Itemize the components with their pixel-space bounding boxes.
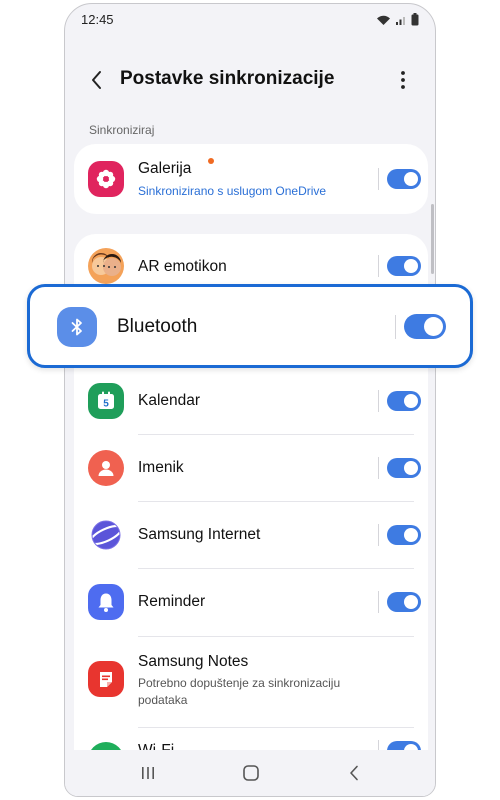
notes-icon [88, 661, 124, 697]
back-icon[interactable] [83, 66, 111, 94]
row-separator [395, 315, 396, 339]
app-bar: Postavke sinkronizacije [65, 56, 435, 104]
gallery-subtitle: Sinkronizirano s uslugom OneDrive [138, 184, 327, 198]
list-item-reminder[interactable]: Reminder [74, 569, 428, 635]
battery-icon [411, 13, 419, 26]
reminder-icon [88, 584, 124, 620]
toggle-knob [404, 259, 418, 273]
nav-back-icon[interactable] [341, 760, 367, 786]
bluetooth-highlight-callout[interactable]: Bluetooth [27, 284, 473, 368]
calendar-title: Kalendar [138, 392, 201, 409]
page-title: Postavke sinkronizacije [120, 68, 335, 89]
list-item-samsung-internet[interactable]: Samsung Internet [74, 502, 428, 568]
bluetooth-toggle[interactable] [404, 314, 446, 339]
list-item-gallery[interactable]: Galerija Sinkronizirano s uslugom OneDri… [74, 146, 428, 212]
contacts-title: Imenik [138, 459, 184, 476]
more-options-icon[interactable] [389, 66, 417, 94]
samsung-notes-title: Samsung Notes [138, 653, 249, 670]
section-label: Sinkroniziraj [89, 123, 155, 137]
ar-emoji-icon [88, 248, 124, 284]
status-bar: 12:45 [65, 4, 435, 36]
scrollbar-thumb[interactable] [431, 204, 434, 274]
gallery-toggle[interactable] [387, 169, 421, 189]
samsung-notes-subtitle: Potrebno dopuštenje za sinkronizaciju po… [138, 676, 341, 707]
ar-emoji-toggle[interactable] [387, 256, 421, 276]
calendar-icon: 5 [88, 383, 124, 419]
toggle-knob [404, 172, 418, 186]
reminder-title: Reminder [138, 593, 206, 610]
contacts-icon [88, 450, 124, 486]
bluetooth-title: Bluetooth [117, 316, 198, 337]
gallery-icon [88, 161, 124, 197]
gallery-title: Galerija [138, 160, 192, 177]
reminder-toggle[interactable] [387, 592, 421, 612]
contacts-toggle[interactable] [387, 458, 421, 478]
toggle-knob [424, 317, 443, 336]
phone-frame: 12:45 Postavke sinkronizacije Sinkronizi… [64, 3, 436, 797]
row-separator [378, 255, 379, 277]
row-separator [378, 390, 379, 412]
toggle-knob [404, 528, 418, 542]
svg-text:5: 5 [103, 399, 109, 410]
samsung-internet-title: Samsung Internet [138, 526, 261, 543]
calendar-toggle[interactable] [387, 391, 421, 411]
navigation-bar [65, 750, 435, 796]
recent-apps-icon[interactable] [135, 760, 161, 786]
status-icons [376, 13, 419, 26]
internet-icon [88, 517, 124, 553]
row-separator [378, 524, 379, 546]
toggle-knob [404, 595, 418, 609]
toggle-knob [404, 394, 418, 408]
signal-icon [396, 16, 405, 25]
list-item-contacts[interactable]: Imenik [74, 435, 428, 501]
list-item-samsung-notes[interactable]: Samsung Notes Potrebno dopuštenje za sin… [74, 637, 428, 727]
gallery-card: Galerija Sinkronizirano s uslugom OneDri… [74, 144, 428, 214]
samsung-internet-toggle[interactable] [387, 525, 421, 545]
list-item-calendar[interactable]: 5 Kalendar [74, 368, 428, 434]
status-time: 12:45 [81, 12, 114, 27]
wifi-status-icon [377, 15, 390, 25]
row-separator [378, 591, 379, 613]
toggle-knob [404, 461, 418, 475]
new-badge-dot [208, 158, 214, 164]
row-separator [378, 168, 379, 190]
ar-emoji-title: AR emotikon [138, 258, 227, 275]
bluetooth-icon [57, 307, 97, 347]
row-separator [378, 457, 379, 479]
home-icon[interactable] [238, 760, 264, 786]
